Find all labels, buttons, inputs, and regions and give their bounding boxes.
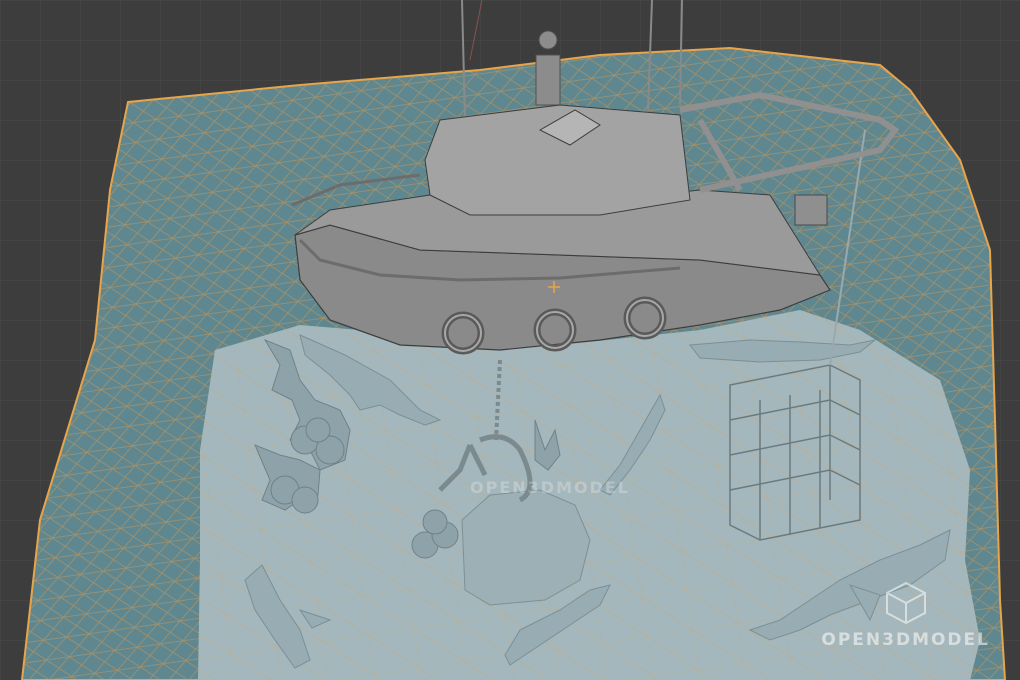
watermark: OPEN3DMODEL	[821, 580, 990, 650]
3d-viewport[interactable]: OPEN3DMODEL OPEN3DMODEL	[0, 0, 1020, 680]
cube-logo-icon	[885, 581, 926, 625]
radar-antenna[interactable]	[535, 30, 561, 106]
winch[interactable]	[794, 194, 828, 226]
watermark-brand: OPEN3DMODEL	[821, 630, 990, 650]
watermark-center: OPEN3DMODEL	[470, 478, 630, 497]
viewport-canvas[interactable]	[0, 0, 1020, 680]
